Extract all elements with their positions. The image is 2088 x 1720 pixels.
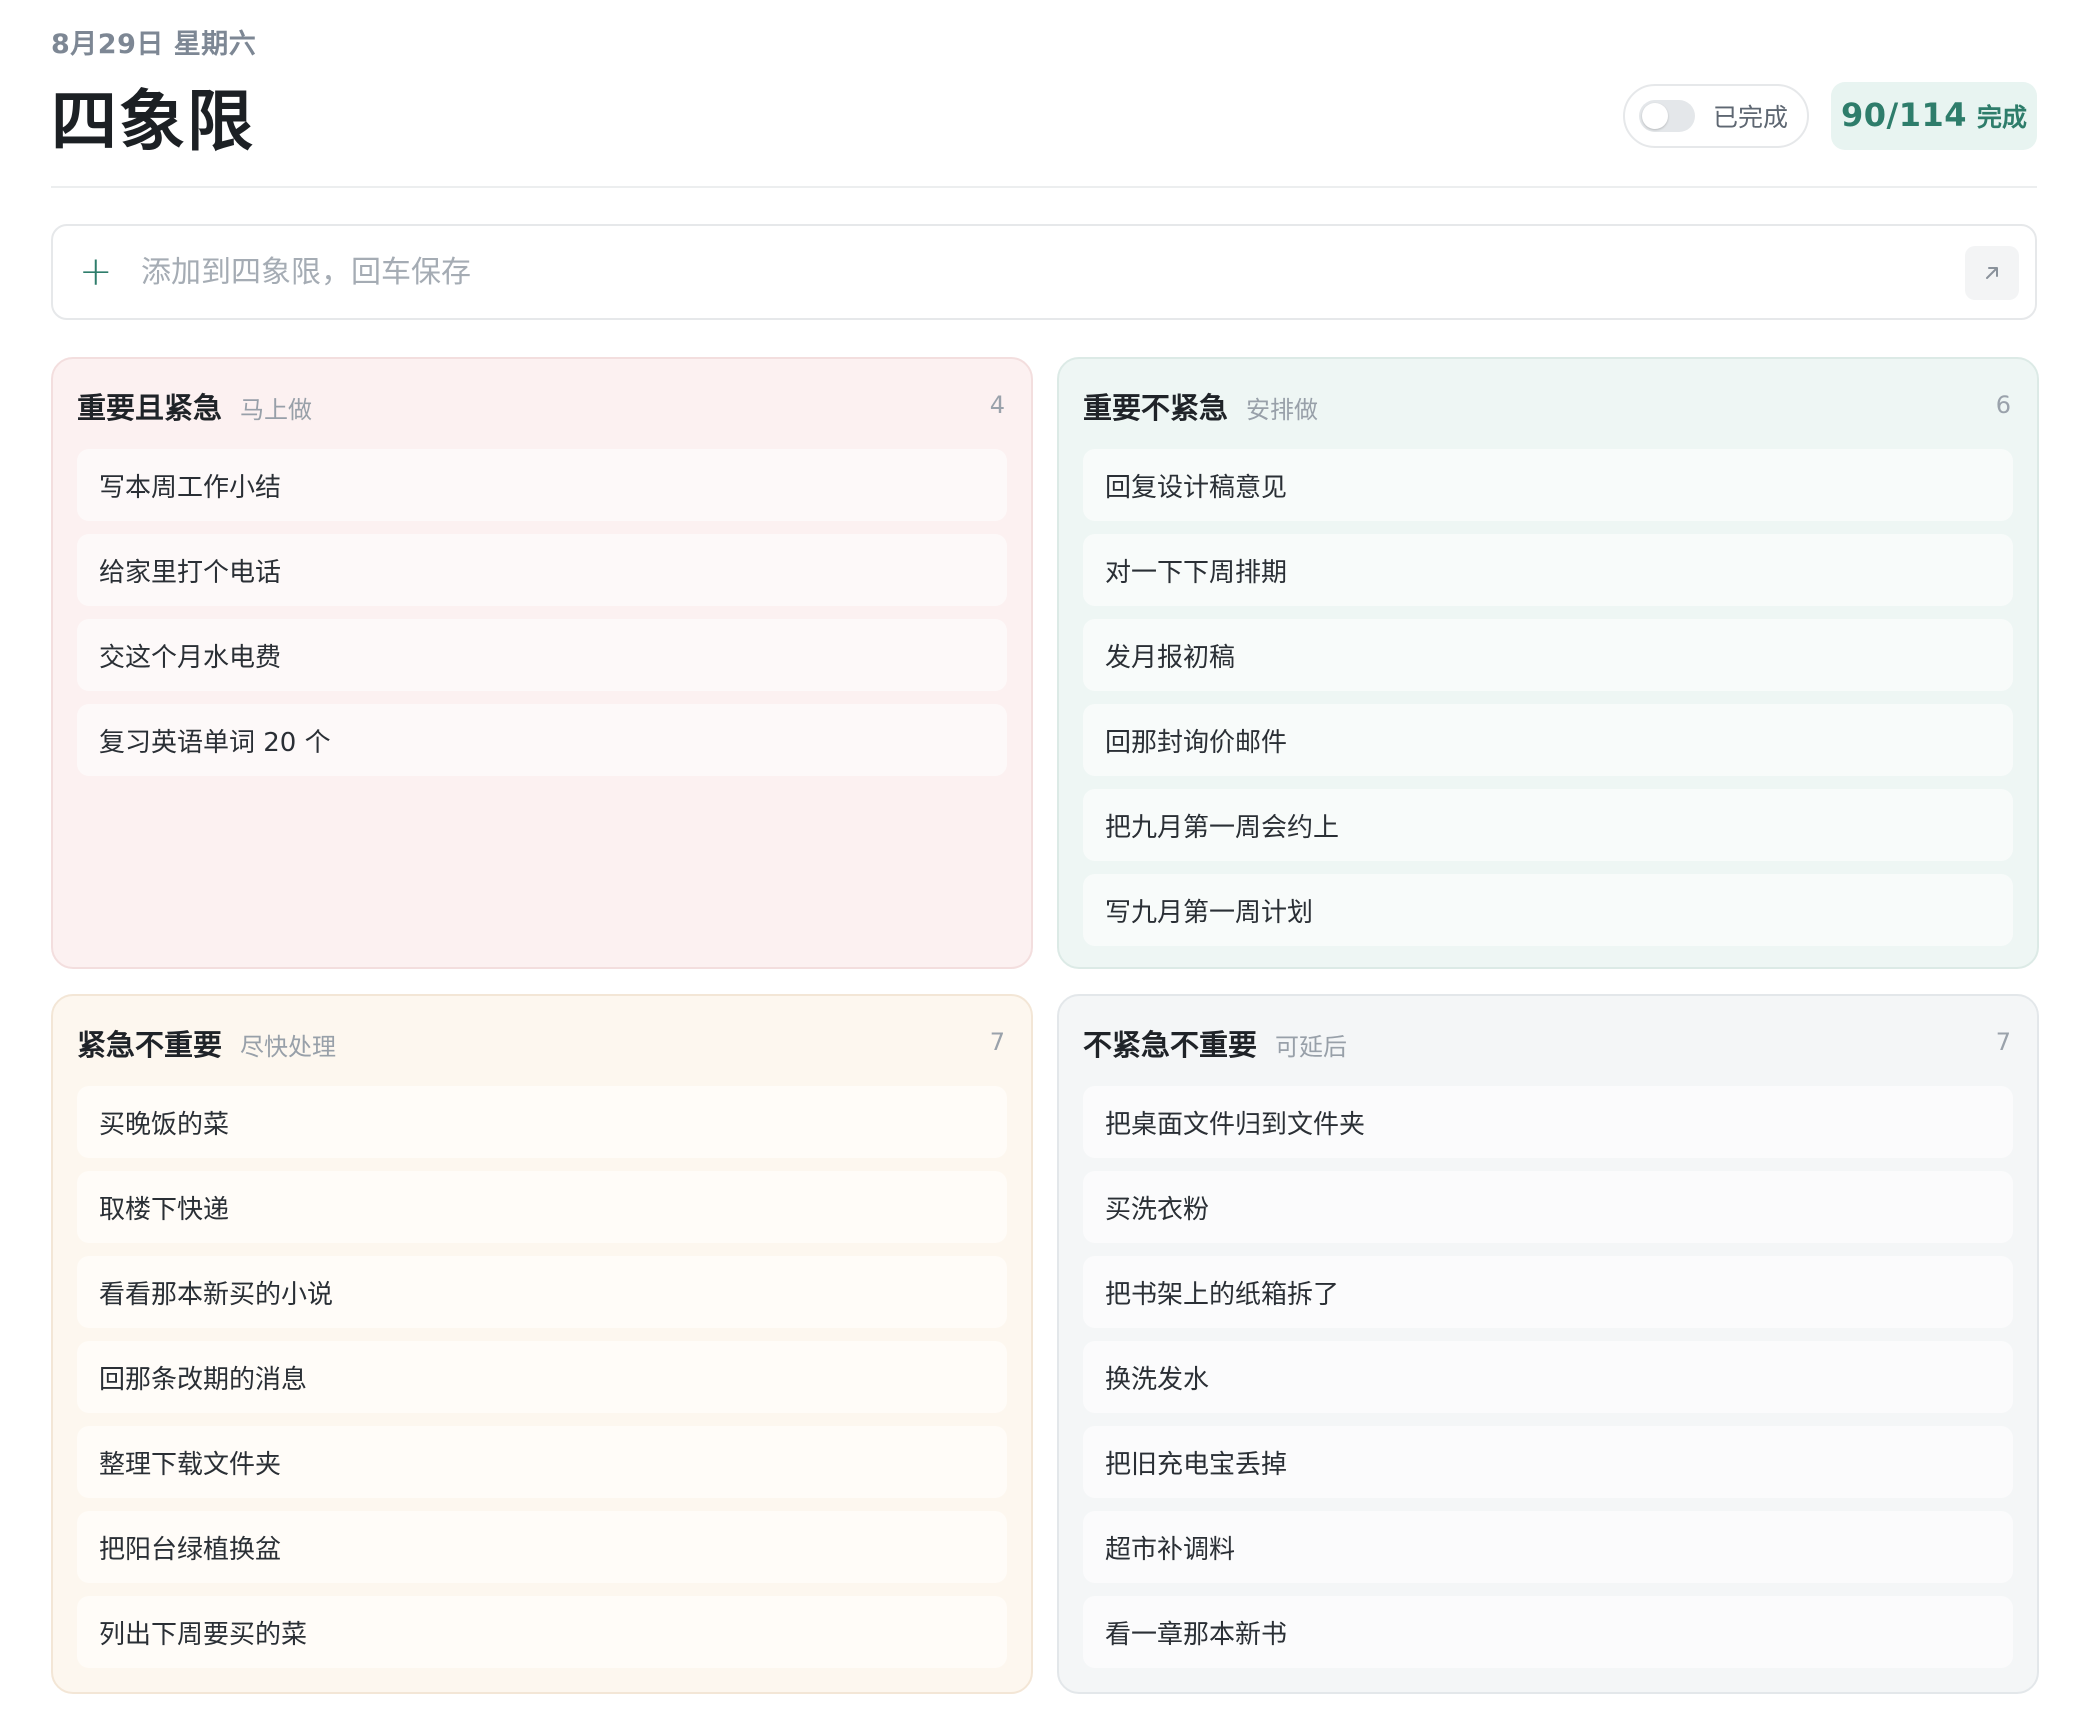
quadrant-not-urgent-not-important: 不紧急不重要 可延后 7 把桌面文件归到文件夹 买洗衣粉 把书架上的纸箱拆了 换… (1057, 994, 2039, 1694)
show-completed-toggle[interactable]: 已完成 (1623, 84, 1809, 148)
task-item[interactable]: 列出下周要买的菜 (77, 1596, 1007, 1668)
add-task-bar: + (51, 224, 2037, 320)
task-item[interactable]: 换洗发水 (1083, 1341, 2013, 1413)
quadrant-header: 重要且紧急 马上做 4 (77, 385, 1007, 427)
task-item[interactable]: 把书架上的纸箱拆了 (1083, 1256, 2013, 1328)
page-title: 四象限 (51, 83, 255, 160)
task-item[interactable]: 回复设计稿意见 (1083, 449, 2013, 521)
task-item[interactable]: 超市补调料 (1083, 1511, 2013, 1583)
task-item[interactable]: 发月报初稿 (1083, 619, 2013, 691)
quadrant-header: 重要不紧急 安排做 6 (1083, 385, 2013, 427)
quadrant-title: 重要不紧急 (1083, 391, 1229, 425)
quadrant-header: 不紧急不重要 可延后 7 (1083, 1022, 2013, 1064)
task-item[interactable]: 把九月第一周会约上 (1083, 789, 2013, 861)
quadrant-title: 重要且紧急 (77, 391, 223, 425)
quadrant-subtitle: 可延后 (1275, 1033, 1348, 1061)
quadrant-count: 7 (989, 1028, 1005, 1056)
quadrant-title: 紧急不重要 (77, 1028, 223, 1062)
quadrant-title: 不紧急不重要 (1083, 1028, 1258, 1062)
task-item[interactable]: 买洗衣粉 (1083, 1171, 2013, 1243)
toggle-switch[interactable] (1639, 100, 1695, 132)
expand-button[interactable] (1965, 246, 2019, 300)
task-item[interactable]: 给家里打个电话 (77, 534, 1007, 606)
task-item[interactable]: 回那条改期的消息 (77, 1341, 1007, 1413)
task-item[interactable]: 看看那本新买的小说 (77, 1256, 1007, 1328)
quadrant-count: 4 (989, 391, 1005, 419)
toggle-knob (1642, 103, 1668, 129)
task-item[interactable]: 取楼下快递 (77, 1171, 1007, 1243)
task-item[interactable]: 复习英语单词 20 个 (77, 704, 1007, 776)
arrow-up-right-icon (1986, 267, 1998, 279)
quadrant-header: 紧急不重要 尽快处理 7 (77, 1022, 1007, 1064)
progress-label: 完成 (1977, 103, 2028, 132)
quadrant-urgent-not-important: 紧急不重要 尽快处理 7 买晚饭的菜 取楼下快递 看看那本新买的小说 回那条改期… (51, 994, 1033, 1694)
task-item[interactable]: 写本周工作小结 (77, 449, 1007, 521)
plus-icon[interactable]: + (79, 252, 113, 292)
quadrant-subtitle: 马上做 (240, 396, 313, 424)
task-item[interactable]: 把桌面文件归到文件夹 (1083, 1086, 2013, 1158)
task-item[interactable]: 把旧充电宝丢掉 (1083, 1426, 2013, 1498)
add-task-input[interactable] (141, 254, 1841, 290)
quadrant-important-not-urgent: 重要不紧急 安排做 6 回复设计稿意见 对一下下周排期 发月报初稿 回那封询价邮… (1057, 357, 2039, 969)
quadrant-subtitle: 尽快处理 (240, 1033, 337, 1061)
task-item[interactable]: 交这个月水电费 (77, 619, 1007, 691)
header: 8月29日 星期六 四象限 已完成 90/114 完成 (51, 0, 2037, 188)
task-item[interactable]: 回那封询价邮件 (1083, 704, 2013, 776)
task-item[interactable]: 写九月第一周计划 (1083, 874, 2013, 946)
progress-count: 90/114 (1840, 96, 1967, 134)
quadrant-urgent-important: 重要且紧急 马上做 4 写本周工作小结 给家里打个电话 交这个月水电费 复习英语… (51, 357, 1033, 969)
task-item[interactable]: 把阳台绿植换盆 (77, 1511, 1007, 1583)
task-item[interactable]: 看一章那本新书 (1083, 1596, 2013, 1668)
task-item[interactable]: 整理下载文件夹 (77, 1426, 1007, 1498)
quadrant-count: 7 (1995, 1028, 2011, 1056)
progress-badge: 90/114 完成 (1831, 82, 2037, 150)
quadrant-count: 6 (1995, 391, 2011, 419)
quadrant-subtitle: 安排做 (1246, 396, 1319, 424)
task-item[interactable]: 买晚饭的菜 (77, 1086, 1007, 1158)
task-item[interactable]: 对一下下周排期 (1083, 534, 2013, 606)
date-label: 8月29日 星期六 (51, 29, 257, 60)
toggle-label: 已完成 (1713, 103, 1789, 132)
